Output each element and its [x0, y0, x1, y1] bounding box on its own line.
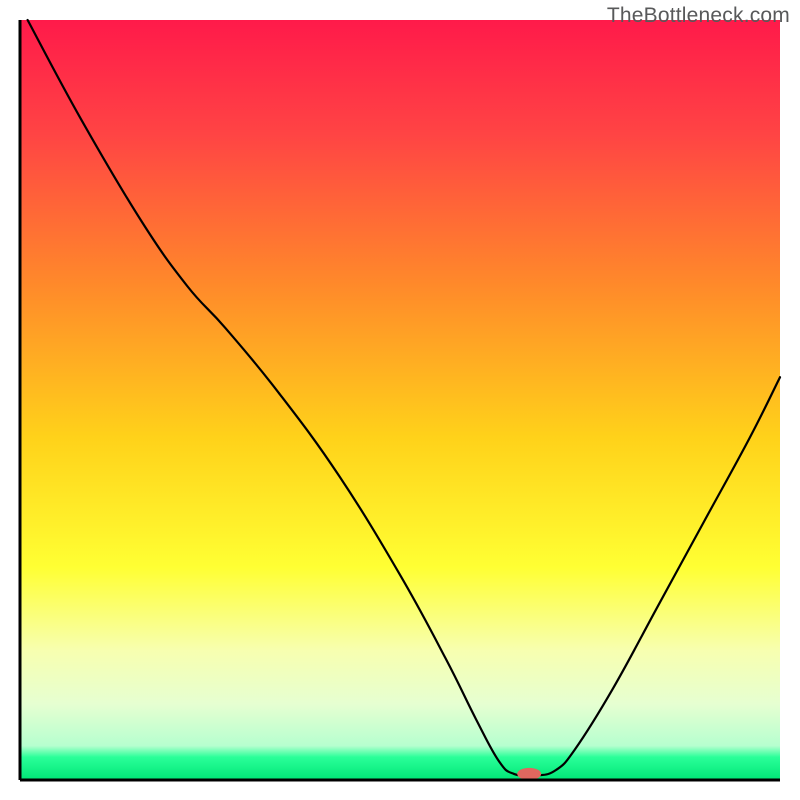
bottleneck-chart: TheBottleneck.com	[0, 0, 800, 800]
watermark-text: TheBottleneck.com	[607, 4, 790, 28]
optimal-marker	[517, 768, 541, 780]
chart-svg	[0, 0, 800, 800]
plot-background	[20, 20, 780, 780]
